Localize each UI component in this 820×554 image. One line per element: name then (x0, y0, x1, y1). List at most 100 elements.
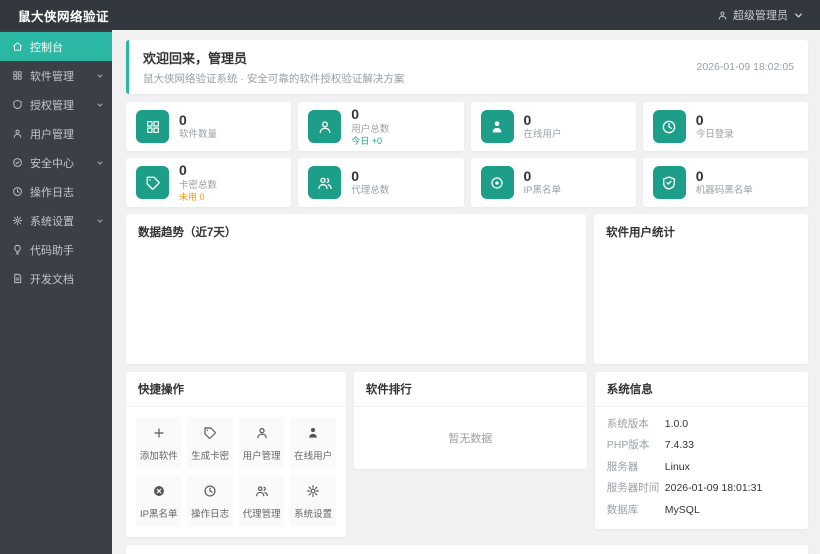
stat-value: 0 (351, 106, 360, 123)
info-row-system-version: 系统版本 1.0.0 (607, 413, 796, 435)
info-value: 2026-01-09 18:01:31 (664, 482, 763, 495)
sidebar-item-label: 代码助手 (30, 244, 74, 257)
quick-action-user-management[interactable]: 用户管理 (238, 417, 285, 469)
sidebar-item-label: 授权管理 (30, 99, 74, 112)
app-window: 鼠大侠网络验证 超级管理员 控制台 软件管理 授权管理 用户管理 安全中心 操作… (0, 0, 820, 554)
stat-label: 用户总数 (351, 123, 390, 135)
current-timestamp: 2026-01-09 18:02:05 (696, 61, 795, 73)
stat-value: 0 (695, 111, 704, 128)
quick-action-label: 在线用户 (294, 451, 333, 462)
info-row-server-time: 服务器时间 2026-01-09 18:01:31 (607, 478, 796, 500)
app-title: 鼠大侠网络验证 (18, 9, 110, 24)
sidebar-item-security[interactable]: 安全中心 (0, 148, 112, 177)
info-label: PHP版本 (606, 439, 650, 452)
bulb-icon (12, 244, 23, 255)
user-icon (308, 110, 342, 143)
stat-value: 0 (523, 111, 532, 128)
stats-row-1: 0 软件数量 0 用户总数 今日 +0 0 在线用户 0 今日登录 (126, 102, 808, 151)
stat-label: 机器码黑名单 (695, 185, 753, 197)
user-icon (255, 426, 269, 440)
panel-title: 软件用户统计 (606, 227, 676, 239)
stat-card-total-users: 0 用户总数 今日 +0 (298, 102, 464, 151)
info-value: 1.0.0 (664, 417, 689, 430)
stat-label: 卡密总数 (179, 179, 218, 191)
user-name: 超级管理员 (733, 10, 788, 22)
users-icon (308, 166, 342, 199)
software-user-stats-panel: 软件用户统计 (594, 214, 808, 364)
shield-icon (12, 99, 23, 110)
recent-logins-panel: 最近登录记录 (126, 545, 808, 554)
quick-action-system-settings[interactable]: 系统设置 (290, 475, 336, 527)
stat-card-software-count: 0 软件数量 (126, 102, 292, 151)
info-row-server: 服务器 Linux (607, 456, 796, 478)
users-icon (255, 484, 269, 498)
clock-icon (203, 484, 217, 498)
system-info-panel: 系统信息 系统版本 1.0.0 PHP版本 7.4.33 服务器 Linux 服… (594, 372, 808, 529)
stat-card-today-logins: 0 今日登录 (642, 102, 808, 151)
quick-action-label: 操作日志 (191, 509, 230, 520)
quick-action-label: 用户管理 (242, 451, 281, 462)
welcome-banner: 欢迎回来，管理员 鼠大侠网络验证系统 · 安全可靠的软件授权验证解决方案 202… (126, 40, 808, 94)
panel-title: 快捷操作 (126, 372, 346, 407)
gear-icon (12, 215, 23, 226)
dot-circle-icon (480, 166, 514, 199)
quick-action-ip-blacklist[interactable]: IP黑名单 (136, 475, 182, 527)
sidebar-item-dashboard[interactable]: 控制台 (0, 32, 112, 61)
info-label: 服务器时间 (606, 482, 660, 495)
sidebar-item-label: 控制台 (30, 41, 63, 54)
software-ranking-panel: 软件排行 暂无数据 (353, 372, 587, 469)
x-circle-icon (152, 484, 166, 498)
sidebar-item-logs[interactable]: 操作日志 (0, 177, 112, 206)
quick-action-label: IP黑名单 (139, 509, 178, 520)
quick-action-online-users[interactable]: 在线用户 (290, 417, 336, 469)
stats-row-2: 0 卡密总数 未用 0 0 代理总数 0 IP黑名单 0 机器码黑名单 (126, 158, 808, 207)
home-icon (12, 41, 23, 52)
chevron-down-icon (793, 10, 804, 21)
sidebar-item-authorization[interactable]: 授权管理 (0, 90, 112, 119)
sidebar-item-software[interactable]: 软件管理 (0, 61, 112, 90)
sidebar-item-code-assistant[interactable]: 代码助手 (0, 235, 112, 264)
stat-sublabel: 今日 +0 (351, 135, 383, 146)
user-icon (717, 10, 728, 21)
info-row-php-version: PHP版本 7.4.33 (607, 435, 796, 457)
stat-sublabel: 未用 0 (179, 191, 205, 202)
stat-label: 软件数量 (179, 129, 218, 141)
quick-action-agent-management[interactable]: 代理管理 (238, 475, 285, 527)
sidebar-item-label: 安全中心 (30, 157, 74, 170)
quick-action-label: 生成卡密 (191, 451, 230, 462)
top-header: 鼠大侠网络验证 超级管理员 (0, 0, 820, 30)
stat-card-agents: 0 代理总数 (298, 158, 464, 207)
info-label: 数据库 (606, 503, 639, 516)
clock-icon (652, 110, 686, 143)
main-content: 欢迎回来，管理员 鼠大侠网络验证系统 · 安全可靠的软件授权验证解决方案 202… (112, 30, 820, 554)
info-value: MySQL (664, 503, 700, 516)
grid-icon (136, 110, 169, 143)
grid-icon (12, 70, 23, 81)
stat-label: 代理总数 (351, 185, 390, 197)
clock-icon (12, 186, 23, 197)
sidebar-item-users[interactable]: 用户管理 (0, 119, 112, 148)
quick-action-operation-log[interactable]: 操作日志 (187, 475, 233, 527)
doc-icon (12, 273, 23, 284)
sidebar-item-label: 操作日志 (30, 186, 74, 199)
sidebar-item-dev-docs[interactable]: 开发文档 (0, 264, 112, 293)
sidebar-item-label: 系统设置 (30, 215, 74, 228)
info-value: Linux (664, 460, 690, 473)
panel-title: 数据趋势（近7天） (138, 227, 237, 239)
quick-action-add-software[interactable]: 添加软件 (136, 417, 182, 469)
panel-title: 系统信息 (594, 372, 808, 407)
stat-label: IP黑名单 (523, 185, 561, 197)
chevron-down-icon (96, 72, 104, 80)
stat-card-card-keys: 0 卡密总数 未用 0 (126, 158, 292, 207)
panel-title: 软件排行 (353, 372, 587, 407)
quick-action-label: 系统设置 (294, 509, 333, 520)
welcome-subtitle: 鼠大侠网络验证系统 · 安全可靠的软件授权验证解决方案 (143, 73, 405, 85)
sidebar-item-settings[interactable]: 系统设置 (0, 206, 112, 235)
shield-check-icon (652, 166, 686, 199)
trend-chart-panel: 数据趋势（近7天） (126, 214, 587, 364)
stat-card-ip-blacklist: 0 IP黑名单 (470, 158, 636, 207)
info-label: 服务器 (606, 460, 639, 473)
stat-label: 在线用户 (523, 129, 562, 141)
user-menu[interactable]: 超级管理员 (717, 7, 804, 23)
quick-action-generate-keys[interactable]: 生成卡密 (187, 417, 233, 469)
